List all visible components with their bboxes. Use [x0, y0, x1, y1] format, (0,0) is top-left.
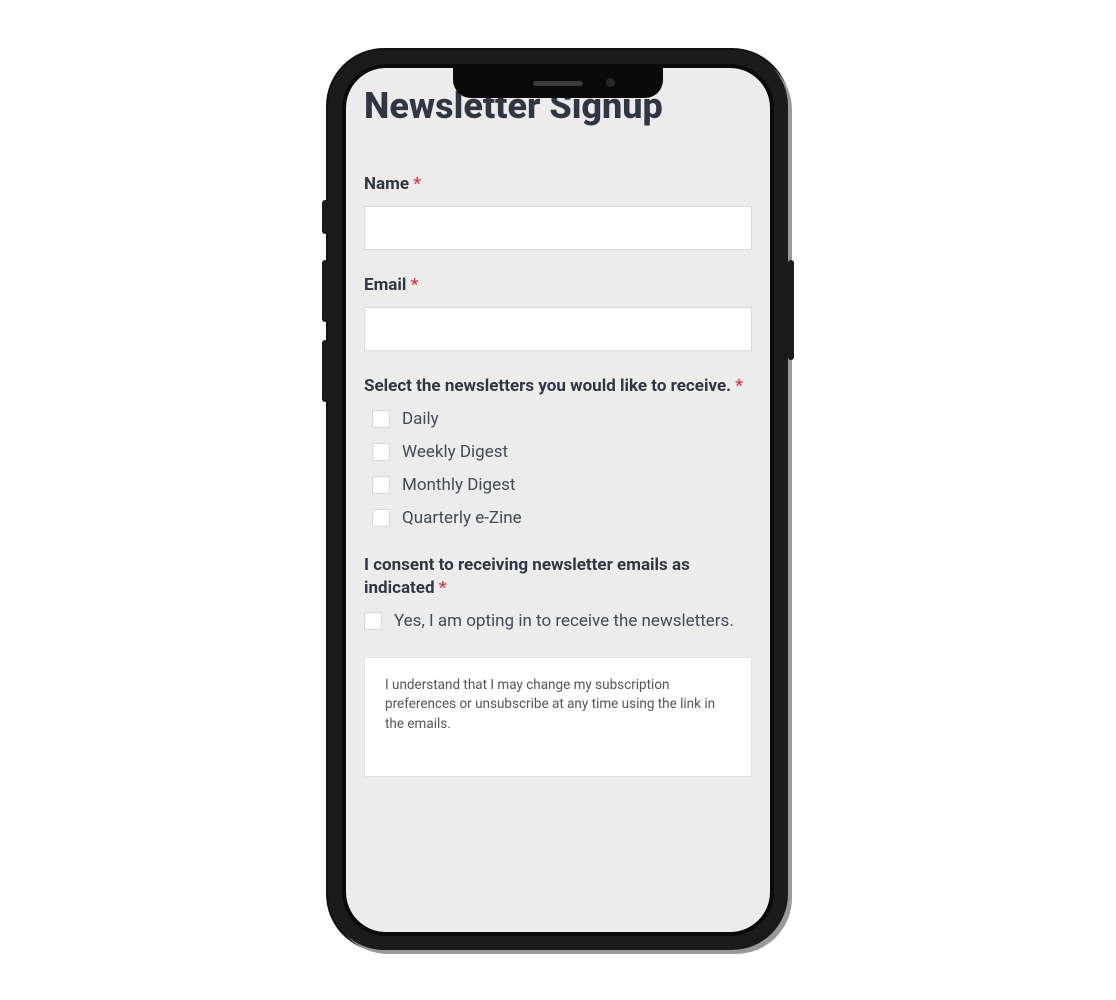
consent-field-group: I consent to receiving newsletter emails… — [364, 554, 752, 633]
phone-frame: Newsletter Signup Name * Email * — [328, 50, 788, 950]
newsletter-option-label: Daily — [402, 408, 439, 431]
camera-icon — [606, 78, 615, 87]
required-mark: * — [411, 275, 419, 295]
phone-side-button — [788, 260, 794, 360]
checkbox-icon[interactable] — [372, 410, 390, 428]
name-field-group: Name * — [364, 173, 752, 250]
email-field-group: Email * — [364, 274, 752, 351]
name-label-text: Name — [364, 174, 409, 194]
speaker-icon — [533, 81, 583, 86]
name-input[interactable] — [364, 206, 752, 250]
checkbox-icon[interactable] — [364, 612, 382, 630]
disclaimer-text: I understand that I may change my subscr… — [385, 677, 715, 732]
required-mark: * — [413, 174, 421, 194]
phone-side-button — [322, 340, 328, 402]
required-mark: * — [439, 578, 447, 598]
checkbox-icon[interactable] — [372, 476, 390, 494]
consent-label: I consent to receiving newsletter emails… — [364, 554, 752, 600]
name-label: Name * — [364, 173, 752, 196]
checkbox-icon[interactable] — [372, 443, 390, 461]
newsletter-option-monthly[interactable]: Monthly Digest — [372, 474, 752, 497]
newsletters-label: Select the newsletters you would like to… — [364, 375, 752, 398]
phone-screen: Newsletter Signup Name * Email * — [346, 68, 770, 932]
newsletter-option-label: Weekly Digest — [402, 441, 508, 464]
newsletter-option-label: Quarterly e-Zine — [402, 507, 522, 530]
phone-side-button — [322, 260, 328, 322]
form-content: Newsletter Signup Name * Email * — [346, 68, 770, 932]
consent-option[interactable]: Yes, I am opting in to receive the newsl… — [364, 610, 752, 633]
newsletters-field-group: Select the newsletters you would like to… — [364, 375, 752, 530]
newsletter-option-label: Monthly Digest — [402, 474, 515, 497]
required-mark: * — [735, 376, 743, 396]
newsletters-label-text: Select the newsletters you would like to… — [364, 376, 731, 396]
email-input[interactable] — [364, 307, 752, 351]
consent-label-text: I consent to receiving newsletter emails… — [364, 555, 690, 598]
phone-side-button — [322, 200, 328, 234]
newsletter-option-weekly[interactable]: Weekly Digest — [372, 441, 752, 464]
checkbox-icon[interactable] — [372, 509, 390, 527]
disclaimer-box: I understand that I may change my subscr… — [364, 657, 752, 777]
email-label: Email * — [364, 274, 752, 297]
phone-notch — [453, 68, 663, 98]
newsletter-option-daily[interactable]: Daily — [372, 408, 752, 431]
newsletter-option-quarterly[interactable]: Quarterly e-Zine — [372, 507, 752, 530]
consent-option-label: Yes, I am opting in to receive the newsl… — [394, 610, 734, 633]
phone-bezel: Newsletter Signup Name * Email * — [342, 64, 774, 936]
email-label-text: Email — [364, 275, 406, 295]
